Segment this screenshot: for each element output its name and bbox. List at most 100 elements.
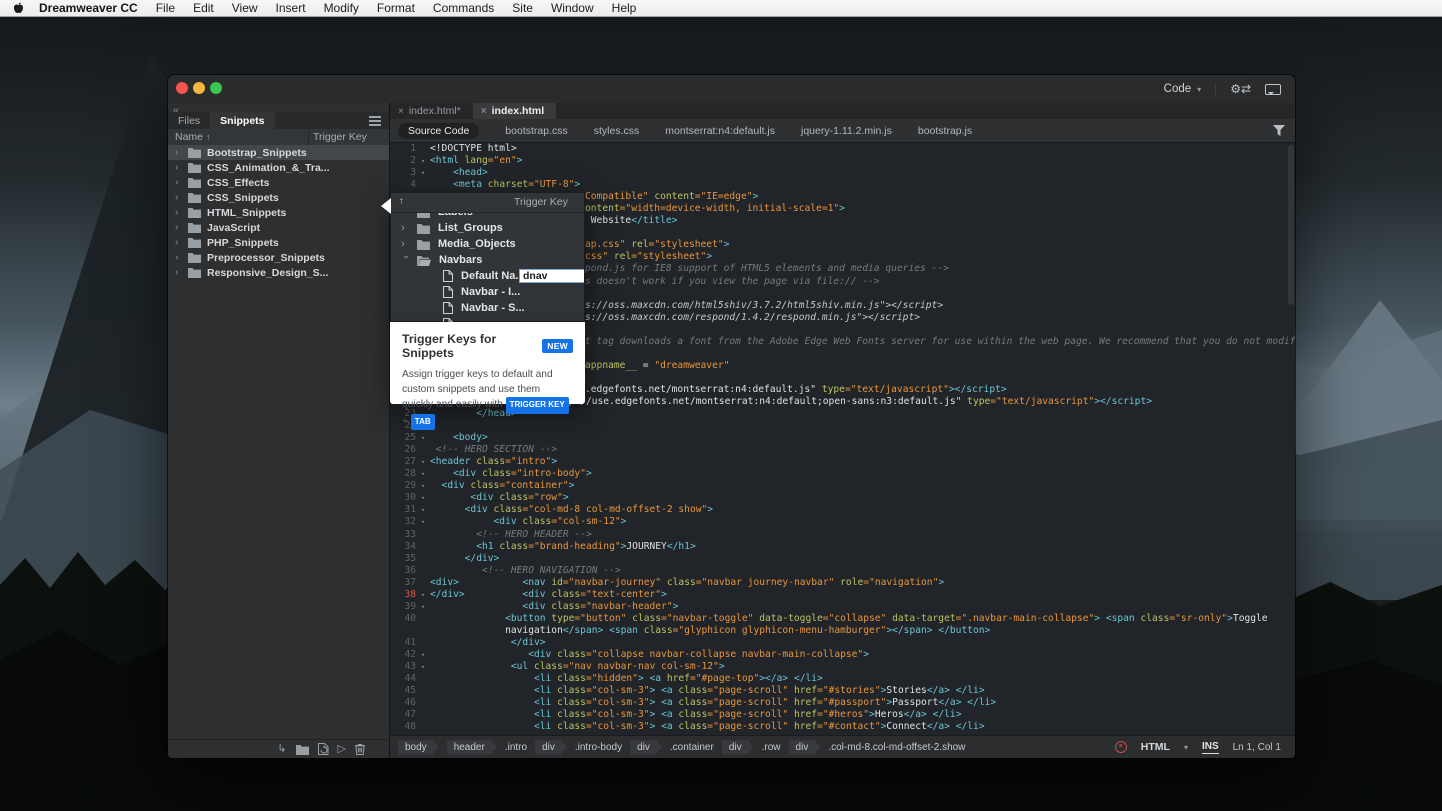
- minimize-window-button[interactable]: [193, 82, 205, 94]
- chevron-right-icon[interactable]: ›: [175, 208, 185, 218]
- snippet-folder-row[interactable]: ›CSS_Animation_&_Tra...: [168, 160, 389, 175]
- close-window-button[interactable]: [176, 82, 188, 94]
- related-file-montserrat-n4-default-js[interactable]: montserrat:n4:default.js: [665, 125, 775, 137]
- related-file-jquery-1-11-2-min-js[interactable]: jquery-1.11.2.min.js: [801, 125, 892, 137]
- chevron-right-icon[interactable]: ›: [175, 193, 185, 203]
- snippet-folder-row[interactable]: ›JavaScript: [168, 220, 389, 235]
- tag-selector[interactable]: header: [447, 740, 497, 755]
- close-tab-icon[interactable]: ×: [481, 106, 487, 117]
- menu-commands[interactable]: Commands: [433, 1, 494, 15]
- related-file-bootstrap-css[interactable]: bootstrap.css: [505, 125, 567, 137]
- menu-site[interactable]: Site: [512, 1, 533, 15]
- trigger-key-input[interactable]: [519, 269, 584, 283]
- fold-arrow-icon[interactable]: ▾: [416, 661, 430, 673]
- tag-selector[interactable]: div: [535, 740, 567, 755]
- code-scrollbar[interactable]: [1288, 145, 1294, 305]
- name-column-header[interactable]: Name ↑: [175, 131, 210, 143]
- snippet-folder-row[interactable]: ›CSS_Snippets: [168, 190, 389, 205]
- menu-window[interactable]: Window: [551, 1, 594, 15]
- tag-selector[interactable]: .intro-body: [575, 742, 622, 753]
- tag-selector[interactable]: body: [398, 740, 439, 755]
- tag-selector[interactable]: div: [722, 740, 754, 755]
- menu-view[interactable]: View: [232, 1, 258, 15]
- code-text: <ul class="nav navbar-nav col-sm-12">: [430, 661, 725, 673]
- tag-selector[interactable]: .col-md-8.col-md-offset-2.show: [828, 742, 965, 753]
- fold-arrow-icon[interactable]: ▾: [416, 589, 430, 601]
- chevron-down-icon[interactable]: ›: [401, 255, 411, 265]
- chevron-right-icon[interactable]: ›: [175, 223, 185, 233]
- zoom-window-button[interactable]: [210, 82, 222, 94]
- related-file-source-code[interactable]: Source Code: [398, 123, 479, 139]
- chevron-right-icon[interactable]: ›: [175, 268, 185, 278]
- snippet-folder-row[interactable]: ›Preprocessor_Snippets: [168, 250, 389, 265]
- chevron-right-icon[interactable]: ›: [175, 178, 185, 188]
- chevron-right-icon[interactable]: ›: [401, 223, 411, 233]
- new-snippet-icon[interactable]: [318, 743, 329, 755]
- popup-folder-row[interactable]: ›Navbars: [391, 252, 584, 268]
- chevron-right-icon[interactable]: ›: [175, 163, 185, 173]
- snippet-folder-row[interactable]: ›Bootstrap_Snippets: [168, 145, 389, 160]
- doc-tab-index.html[interactable]: ×index.html*: [390, 103, 473, 119]
- delete-icon[interactable]: [355, 743, 365, 755]
- tag-selector[interactable]: div: [789, 740, 821, 755]
- menu-format[interactable]: Format: [377, 1, 415, 15]
- snippet-folder-row[interactable]: › PHP_Snippets: [168, 235, 389, 250]
- doc-type-dropdown[interactable]: HTML ▾: [1141, 741, 1188, 753]
- fold-arrow-icon[interactable]: ▾: [416, 649, 430, 661]
- tag-selector[interactable]: .intro: [505, 742, 527, 753]
- fold-arrow-icon[interactable]: ▾: [416, 516, 430, 528]
- trigger-key-column-header[interactable]: Trigger Key: [514, 196, 568, 208]
- fold-arrow-icon[interactable]: ▾: [416, 468, 430, 480]
- fold-arrow-icon[interactable]: ▾: [416, 504, 430, 516]
- related-file-bootstrap-js[interactable]: bootstrap.js: [918, 125, 972, 137]
- chevron-right-icon[interactable]: ›: [175, 148, 185, 158]
- popup-snippet-row[interactable]: Navbar - S...: [391, 300, 584, 316]
- related-file-styles-css[interactable]: styles.css: [594, 125, 640, 137]
- tab-snippets[interactable]: Snippets: [210, 112, 274, 129]
- error-indicator-icon[interactable]: ×: [1115, 741, 1127, 753]
- trigger-key-column-header[interactable]: Trigger Key: [313, 131, 367, 143]
- popup-folder-row[interactable]: Labels: [391, 213, 584, 220]
- menu-insert[interactable]: Insert: [276, 1, 306, 15]
- filter-funnel-icon[interactable]: [1273, 125, 1285, 136]
- close-tab-icon[interactable]: ×: [398, 106, 404, 117]
- popup-snippet-row[interactable]: Navbar - I...: [391, 284, 584, 300]
- chevron-right-icon[interactable]: ›: [175, 238, 185, 248]
- snippet-folder-row[interactable]: ›CSS_Effects: [168, 175, 389, 190]
- tag-selector[interactable]: div: [630, 740, 662, 755]
- folder-name: PHP_Snippets: [207, 237, 279, 249]
- popup-folder-row[interactable]: ›Media_Objects: [391, 236, 584, 252]
- tab-files[interactable]: Files: [168, 112, 210, 129]
- window-title-bar[interactable]: Code ▾ ⚙⇄: [168, 75, 1295, 104]
- apple-menu-icon[interactable]: [12, 1, 25, 15]
- popup-folder-row[interactable]: ›List_Groups: [391, 220, 584, 236]
- fold-arrow-icon[interactable]: ▾: [416, 480, 430, 492]
- fold-arrow-icon[interactable]: ▾: [416, 492, 430, 504]
- fold-arrow-icon[interactable]: ▾: [416, 456, 430, 468]
- fold-arrow-icon[interactable]: ▾: [416, 601, 430, 613]
- snippet-folder-row[interactable]: ›Responsive_Design_S...: [168, 265, 389, 280]
- fold-arrow-icon[interactable]: ▾: [416, 432, 430, 444]
- sort-ascending-icon[interactable]: ↑: [399, 196, 404, 207]
- menu-modify[interactable]: Modify: [324, 1, 359, 15]
- chevron-right-icon[interactable]: ›: [175, 253, 185, 263]
- menu-edit[interactable]: Edit: [193, 1, 214, 15]
- fold-arrow-icon[interactable]: ▾: [416, 167, 430, 179]
- sync-settings-icon[interactable]: ⚙⇄: [1230, 82, 1251, 96]
- tag-selector[interactable]: .row: [762, 742, 781, 753]
- fold-arrow-icon[interactable]: ▾: [416, 155, 430, 167]
- app-menu-title[interactable]: Dreamweaver CC: [39, 1, 138, 15]
- popup-snippet-row[interactable]: Default Na...: [391, 268, 584, 284]
- menu-help[interactable]: Help: [612, 1, 637, 15]
- menu-file[interactable]: File: [156, 1, 175, 15]
- tag-selector[interactable]: .container: [670, 742, 714, 753]
- new-folder-icon[interactable]: [296, 744, 309, 755]
- snippet-folder-row[interactable]: ›HTML_Snippets: [168, 205, 389, 220]
- comment-bubble-icon[interactable]: [1265, 84, 1281, 95]
- doc-tab-index.html[interactable]: ×index.html: [473, 103, 556, 119]
- chevron-right-icon[interactable]: ›: [401, 239, 411, 249]
- view-mode-dropdown[interactable]: Code ▾: [1164, 83, 1217, 95]
- code-line: 4 <meta charset="UTF-8">: [390, 179, 1295, 191]
- panel-menu-icon[interactable]: [369, 116, 381, 118]
- titlebar-controls: Code ▾ ⚙⇄: [1164, 75, 1281, 103]
